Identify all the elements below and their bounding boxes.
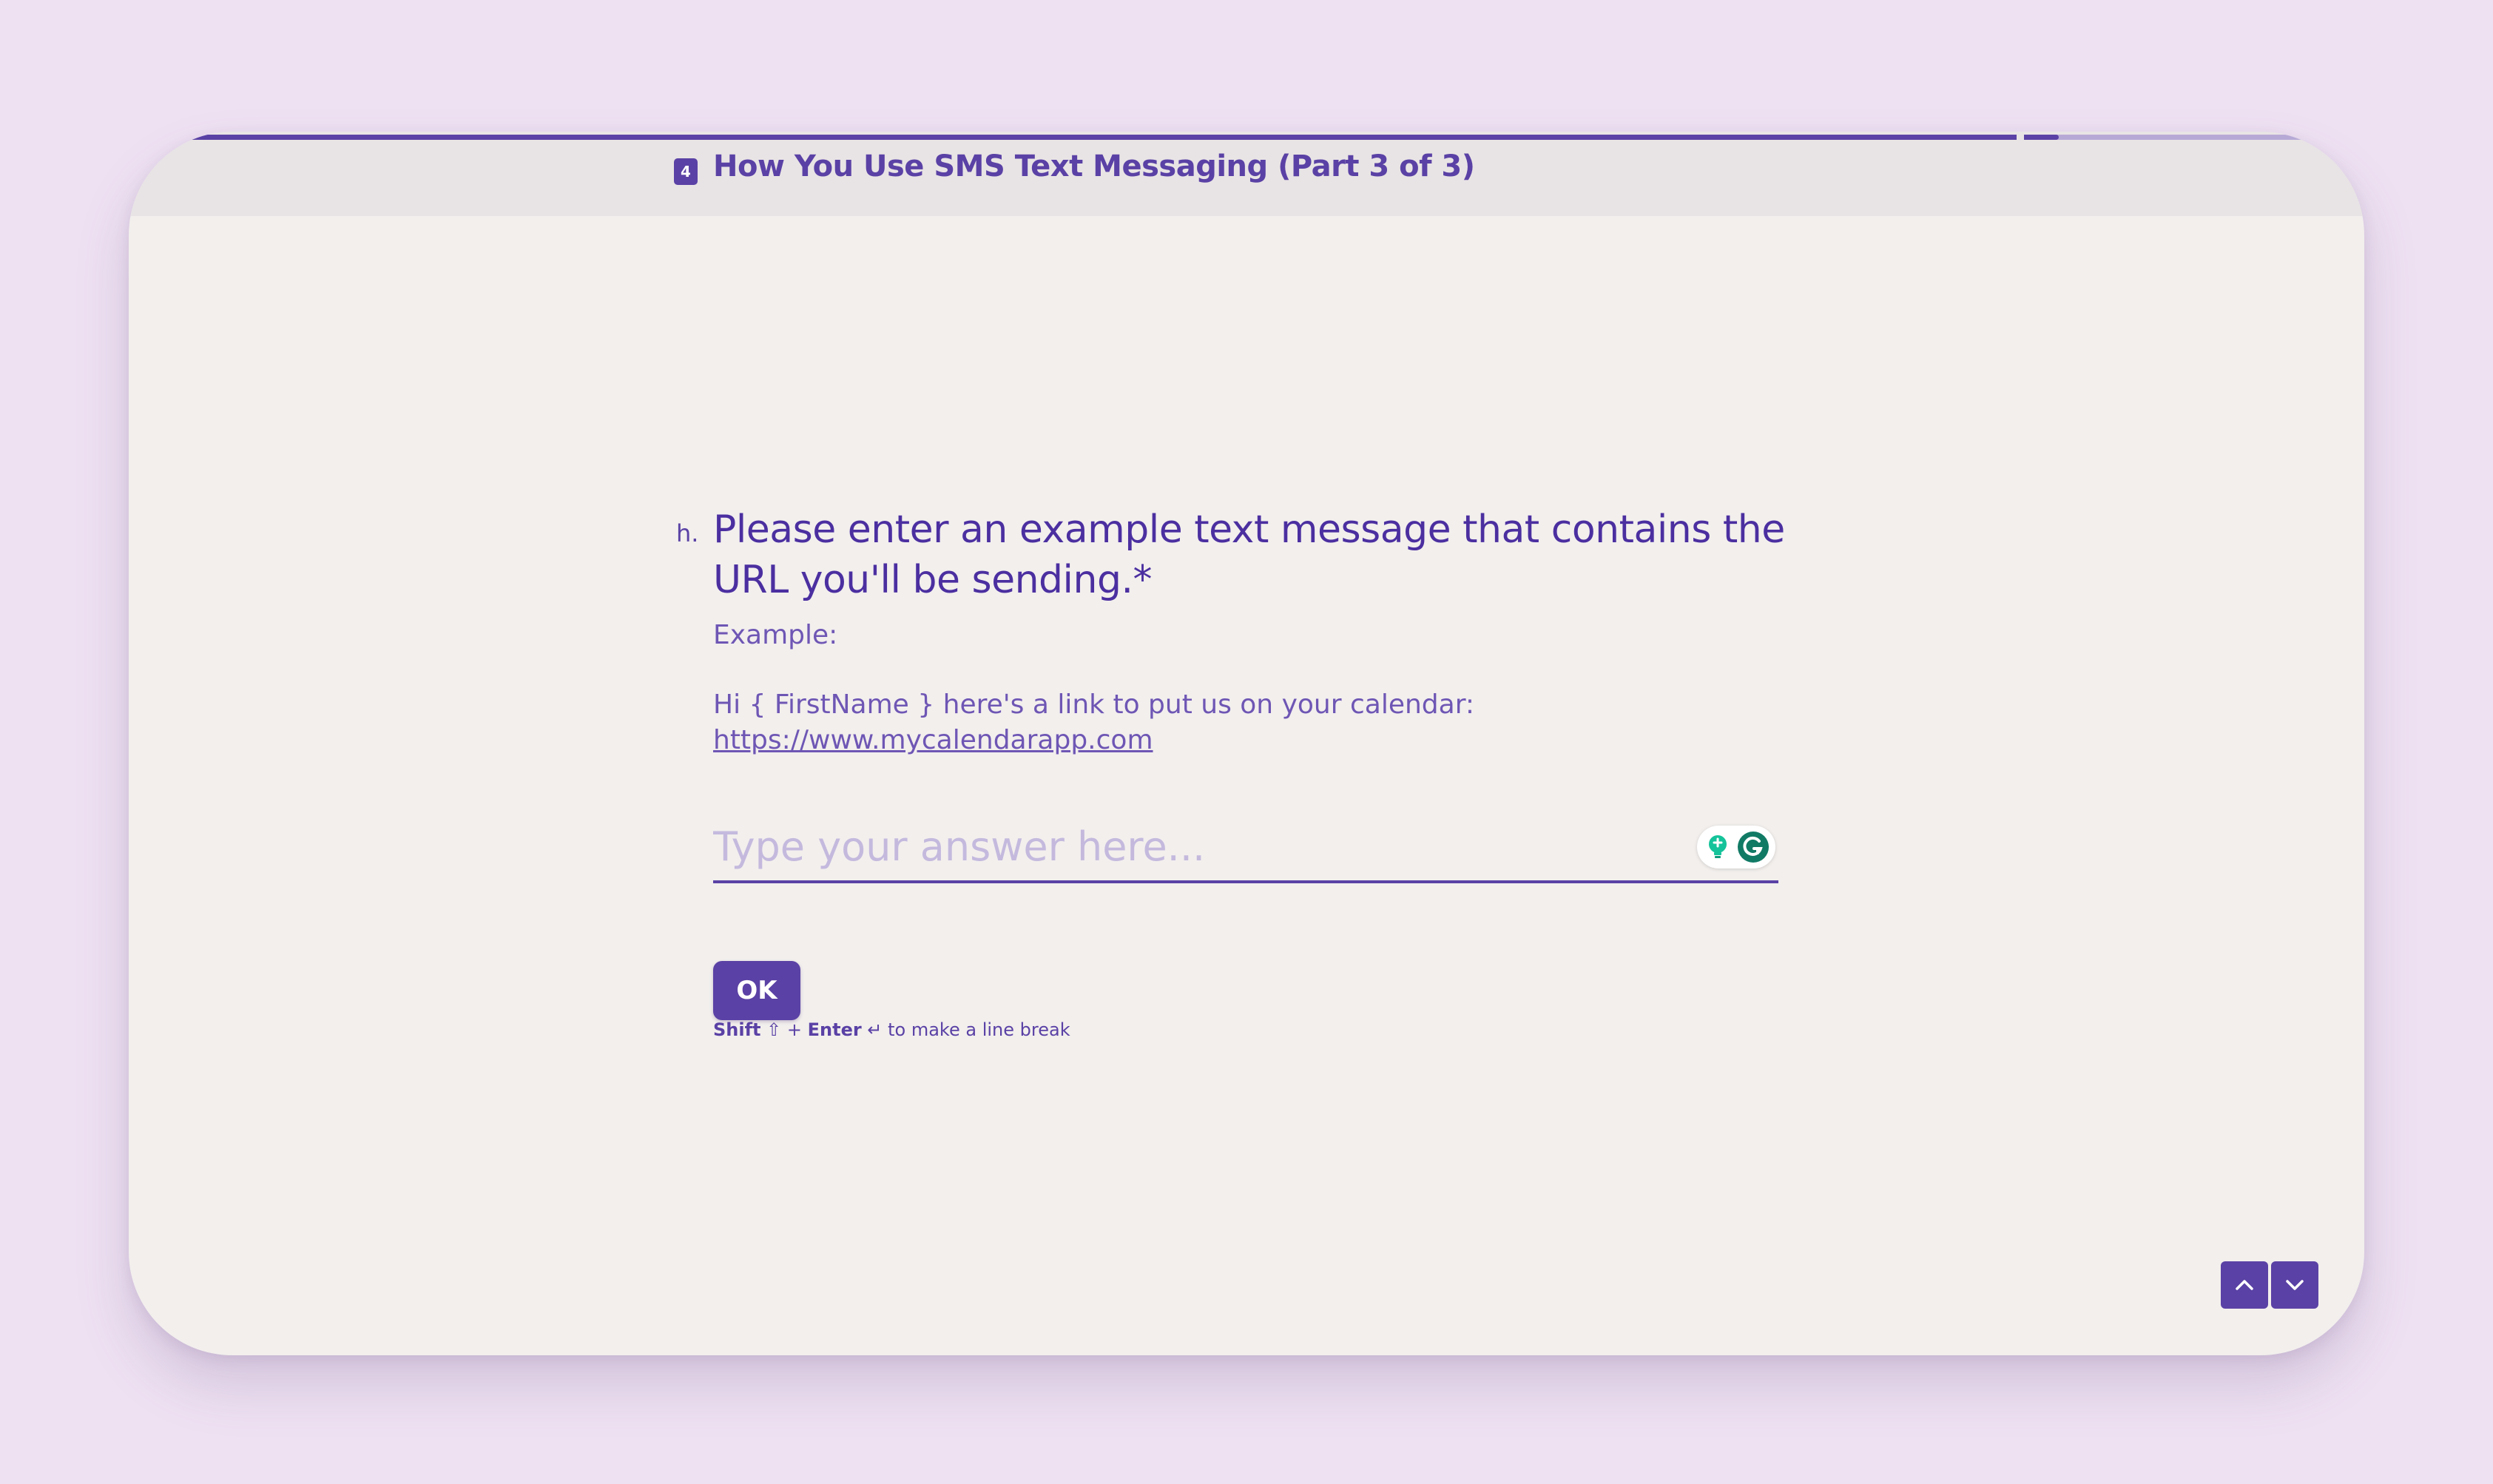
ok-button[interactable]: OK: [713, 961, 800, 1020]
hint-key-shift: Shift: [713, 1019, 761, 1040]
hint-suffix: to make a line break: [888, 1019, 1070, 1040]
form-window: 4 How You Use SMS Text Messaging (Part 3…: [129, 132, 2364, 1355]
lightbulb-icon[interactable]: [1706, 834, 1730, 860]
section-number-badge: 4: [674, 158, 698, 185]
example-link[interactable]: https://www.mycalendarapp.com: [713, 725, 1153, 755]
question-description-message: Hi { FirstName } here's a link to put us…: [713, 689, 1474, 720]
progress-bar: [178, 135, 2315, 140]
hint-enter-symbol: ↵: [867, 1019, 883, 1040]
next-question-button[interactable]: [2271, 1261, 2318, 1309]
hint-plus: +: [786, 1019, 803, 1040]
grammarly-icon[interactable]: [1737, 831, 1770, 863]
hint-shift-symbol: ⇧: [766, 1019, 782, 1040]
section-title: How You Use SMS Text Messaging (Part 3 o…: [713, 149, 1475, 183]
hint-key-enter: Enter: [807, 1019, 862, 1040]
progress-bar-fill: [178, 135, 2059, 140]
question-description-label: Example:: [713, 620, 838, 650]
grammarly-widget[interactable]: [1697, 826, 1775, 869]
chevron-up-icon: [2236, 1280, 2253, 1290]
chevron-down-icon: [2286, 1280, 2304, 1290]
answer-field-wrapper: [713, 812, 1778, 883]
form-header: 4 How You Use SMS Text Messaging (Part 3…: [129, 132, 2364, 216]
previous-question-button[interactable]: [2221, 1261, 2268, 1309]
line-break-hint: Shift ⇧ + Enter ↵ to make a line break: [713, 1019, 1070, 1040]
progress-bar-divider: [2017, 135, 2024, 140]
question-letter: h.: [676, 519, 699, 547]
question-text: Please enter an example text message tha…: [713, 507, 1785, 602]
answer-input[interactable]: [713, 812, 1675, 880]
